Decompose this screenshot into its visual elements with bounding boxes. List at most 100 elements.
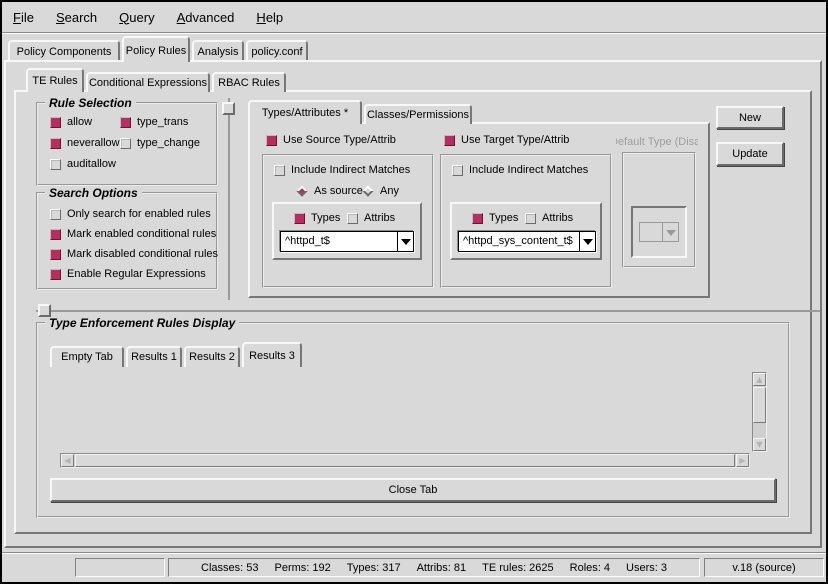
checkbox-neverallow[interactable]: neverallow: [50, 137, 120, 149]
target-type-combobox-value: ^httpd_sys_content_t$: [463, 232, 577, 251]
default-type-combobox-button: [662, 223, 678, 241]
checkbox-use-source-indicator: [266, 135, 277, 146]
target-type-combobox-button[interactable]: [579, 232, 595, 251]
horizontal-scrollbar-thumb[interactable]: [75, 454, 735, 467]
target-frame: Include Indirect Matches Types Attribs ^…: [440, 154, 612, 288]
checkbox-target-types-indicator: [472, 213, 483, 224]
vertical-scrollbar[interactable]: ▲ ▼: [752, 372, 767, 452]
horizontal-sash-line: [36, 310, 820, 312]
stat-attribs: Attribs: 81: [417, 562, 467, 574]
default-type-frame: [622, 152, 696, 268]
statusbar-empty-box: [75, 558, 165, 577]
checkbox-use-target-indicator: [444, 135, 455, 146]
menu-query[interactable]: Query: [108, 8, 165, 27]
checkbox-only-enabled-indicator: [50, 209, 61, 220]
checkbox-source-indirect[interactable]: Include Indirect Matches: [274, 164, 410, 176]
tab-te-rules[interactable]: TE Rules: [26, 68, 84, 92]
checkbox-only-enabled[interactable]: Only search for enabled rules: [50, 208, 211, 220]
tab-results-1[interactable]: Results 1: [126, 346, 182, 367]
default-type-combobox: [639, 222, 679, 242]
source-frame: Include Indirect Matches As source Any T…: [262, 154, 434, 288]
checkbox-regex[interactable]: Enable Regular Expressions: [50, 268, 206, 280]
default-type-label: Default Type (Disa: [616, 136, 698, 150]
source-type-combobox[interactable]: ^httpd_t$: [280, 231, 414, 252]
checkbox-mark-disabled-indicator: [50, 249, 61, 260]
checkbox-source-types-indicator: [294, 213, 305, 224]
source-type-combobox-value: ^httpd_t$: [285, 232, 395, 251]
close-tab-button[interactable]: Close Tab: [50, 478, 776, 502]
update-button[interactable]: Update: [716, 142, 784, 166]
checkbox-target-attribs-indicator: [525, 213, 536, 224]
checkbox-mark-enabled-indicator: [50, 229, 61, 240]
tab-policy-components[interactable]: Policy Components: [8, 40, 120, 62]
statusbar-separator: [2, 552, 826, 554]
checkbox-target-indirect-indicator: [452, 165, 463, 176]
scroll-right-icon[interactable]: ▶: [736, 454, 749, 467]
checkbox-allow-indicator: [50, 117, 61, 128]
vertical-sash-handle[interactable]: [222, 102, 235, 115]
tab-results-2[interactable]: Results 2: [184, 346, 240, 367]
radio-any[interactable]: Any: [362, 185, 399, 197]
checkbox-type-change[interactable]: type_change: [120, 137, 200, 149]
tab-results-3[interactable]: Results 3: [242, 342, 302, 367]
checkbox-mark-disabled[interactable]: Mark disabled conditional rules: [50, 248, 218, 260]
tab-classes-permissions[interactable]: Classes/Permissions: [364, 104, 472, 124]
checkbox-auditallow[interactable]: auditallow: [50, 158, 116, 170]
checkbox-target-types[interactable]: Types: [472, 212, 518, 224]
menu-advanced[interactable]: Advanced: [166, 8, 246, 27]
menubar-separator: [2, 32, 826, 34]
source-types-attribs-box: Types Attribs ^httpd_t$: [272, 202, 422, 260]
checkbox-type-trans-indicator: [120, 117, 131, 128]
scroll-up-icon[interactable]: ▲: [753, 373, 766, 386]
menu-file[interactable]: File: [2, 8, 45, 27]
checkbox-target-attribs[interactable]: Attribs: [525, 212, 573, 224]
checkbox-allow[interactable]: allow: [50, 116, 92, 128]
search-options-title: Search Options: [45, 186, 142, 200]
checkbox-target-indirect[interactable]: Include Indirect Matches: [452, 164, 588, 176]
checkbox-source-types[interactable]: Types: [294, 212, 340, 224]
statusbar-stats: Classes: 53 Perms: 192 Types: 317 Attrib…: [168, 558, 700, 577]
rule-selection-frame: Rule Selection allow type_trans neverall…: [36, 102, 218, 186]
target-type-combobox[interactable]: ^httpd_sys_content_t$: [458, 231, 596, 252]
checkbox-type-trans[interactable]: type_trans: [120, 116, 188, 128]
checkbox-use-source[interactable]: Use Source Type/Attrib: [266, 134, 396, 146]
scroll-left-icon[interactable]: ◀: [61, 454, 74, 467]
vertical-scrollbar-thumb[interactable]: [753, 387, 766, 423]
source-type-combobox-button[interactable]: [397, 232, 413, 251]
te-rules-display-title: Type Enforcement Rules Display: [45, 316, 239, 330]
radio-as-source-indicator: [296, 185, 307, 196]
tab-rbac-rules[interactable]: RBAC Rules: [212, 72, 286, 92]
tab-conditional-expressions[interactable]: Conditional Expressions: [86, 72, 210, 92]
tab-policy-rules[interactable]: Policy Rules: [122, 36, 190, 62]
checkbox-source-attribs[interactable]: Attribs: [347, 212, 395, 224]
tab-policy-conf[interactable]: policy.conf: [246, 40, 308, 62]
apol-window: File Search Query Advanced Help Policy C…: [0, 0, 828, 584]
menu-help[interactable]: Help: [245, 8, 294, 27]
tab-empty-tab[interactable]: Empty Tab: [50, 346, 124, 367]
horizontal-scrollbar[interactable]: ◀ ▶: [60, 453, 750, 468]
scroll-down-icon[interactable]: ▼: [753, 438, 766, 451]
checkbox-use-target[interactable]: Use Target Type/Attrib: [444, 134, 569, 146]
horizontal-sash-handle[interactable]: [38, 304, 51, 317]
search-options-frame: Search Options Only search for enabled r…: [36, 192, 218, 290]
stat-perms: Perms: 192: [275, 562, 331, 574]
new-button[interactable]: New: [716, 106, 784, 129]
radio-as-source[interactable]: As source: [296, 185, 363, 197]
checkbox-regex-indicator: [50, 269, 61, 280]
checkbox-auditallow-indicator: [50, 159, 61, 170]
tab-analysis[interactable]: Analysis: [192, 40, 244, 62]
menu-search[interactable]: Search: [45, 8, 108, 27]
checkbox-mark-enabled[interactable]: Mark enabled conditional rules: [50, 228, 216, 240]
statusbar-version: v.18 (source): [704, 558, 824, 577]
tab-types-attributes[interactable]: Types/Attributes *: [248, 100, 362, 124]
default-type-combobox-value: [644, 223, 660, 241]
chevron-down-icon: [583, 239, 593, 245]
radio-any-indicator: [362, 185, 373, 196]
checkbox-source-attribs-indicator: [347, 213, 358, 224]
checkbox-source-indirect-indicator: [274, 165, 285, 176]
default-type-inner-box: [631, 206, 687, 258]
target-types-attribs-box: Types Attribs ^httpd_sys_content_t$: [450, 202, 602, 260]
stat-types: Types: 317: [347, 562, 401, 574]
vertical-sash-line: [228, 98, 230, 300]
chevron-down-icon: [401, 239, 411, 245]
